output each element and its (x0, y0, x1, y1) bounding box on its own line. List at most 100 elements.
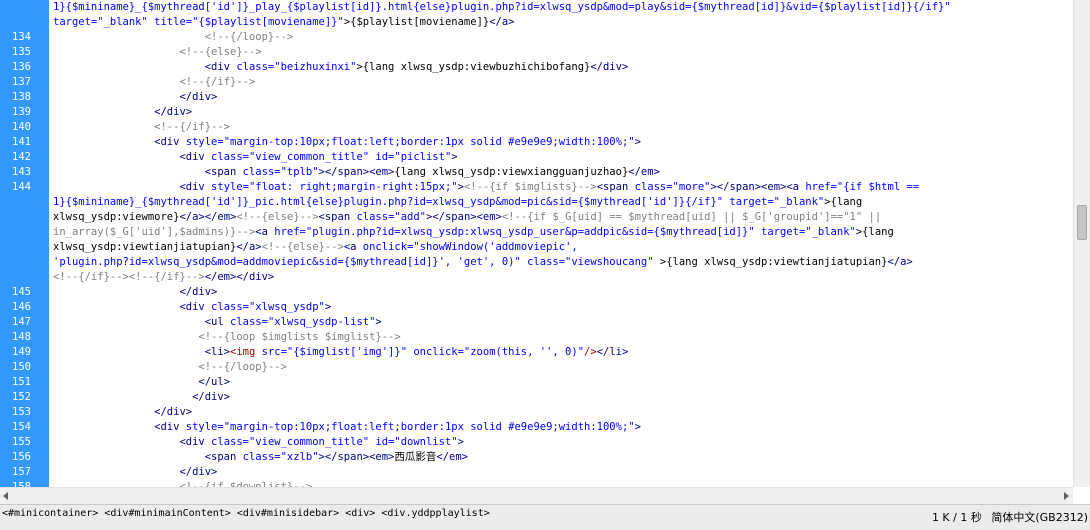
code-line[interactable]: 1}{$mininame}_{$mythread['id']}_play_{$p… (0, 0, 1073, 15)
horizontal-scrollbar[interactable] (0, 487, 1073, 504)
code-text[interactable]: <!--{/loop}--> (53, 30, 294, 45)
code-text[interactable]: </ul> (53, 375, 230, 390)
code-text[interactable]: <div style="margin-top:10px;float:left;b… (53, 420, 641, 435)
code-text[interactable]: </div> (53, 465, 217, 480)
code-line[interactable]: xlwsq_ysdp:viewtianjiatupian}</a><!--{el… (0, 240, 1073, 255)
code-text[interactable]: <li><img src="{$imglist['img']}" onclick… (53, 345, 629, 360)
code-token: <span (318, 211, 357, 223)
code-text[interactable]: <div style="float: right;margin-right:15… (53, 180, 919, 195)
code-text[interactable]: </div> (53, 285, 217, 300)
code-line[interactable]: 153 </div> (0, 405, 1073, 420)
code-text[interactable]: <span class="tplb"></span><em>{lang xlws… (53, 165, 660, 180)
breadcrumb-item-minicontainer[interactable]: <#minicontainer> (2, 508, 98, 519)
code-line[interactable]: 144 <div style="float: right;margin-righ… (0, 180, 1073, 195)
code-text[interactable]: 1}{$mininame}_{$mythread['id']}_pic.html… (53, 195, 862, 210)
code-text[interactable]: </div> (53, 405, 192, 420)
code-text[interactable]: 1}{$mininame}_{$mythread['id']}_play_{$p… (53, 0, 951, 15)
code-line[interactable]: 139 </div> (0, 105, 1073, 120)
code-line[interactable]: 141 <div style="margin-top:10px;float:le… (0, 135, 1073, 150)
code-editor[interactable]: 1}{$mininame}_{$mythread['id']}_play_{$p… (0, 0, 1073, 487)
code-token: <div (154, 421, 186, 433)
code-text[interactable]: <div class="beizhuxinxi">{lang xlwsq_ysd… (53, 60, 629, 75)
code-line[interactable]: <!--{/if}--><!--{/if}--></em></div> (0, 270, 1073, 285)
code-token: </div> (179, 466, 218, 478)
code-text[interactable]: <!--{/if}--><!--{/if}--></em></div> (53, 270, 274, 285)
code-line[interactable]: 157 </div> (0, 465, 1073, 480)
code-text[interactable]: <!--{else}--> (53, 45, 261, 60)
status-bar: <#minicontainer> <div#minimainContent> <… (0, 504, 1090, 530)
code-lines[interactable]: 1}{$mininame}_{$mythread['id']}_play_{$p… (0, 0, 1073, 487)
code-token: </ul> (198, 376, 231, 388)
code-line[interactable]: 158 <!--{if $downlist}--> (0, 480, 1073, 487)
code-line[interactable]: 140 <!--{/if}--> (0, 120, 1073, 135)
breadcrumb-item-div[interactable]: <div> (345, 508, 375, 519)
code-text[interactable]: target="_blank" title="{$playlist[movien… (53, 15, 515, 30)
triangle-left-icon[interactable] (3, 492, 8, 500)
code-token: href="{if $html == (805, 181, 920, 193)
code-line[interactable]: 137 <!--{/if}--> (0, 75, 1073, 90)
code-line[interactable]: 149 <li><img src="{$imglist['img']}" onc… (0, 345, 1073, 360)
code-text[interactable]: xlwsq_ysdp:viewmore}</a></em><!--{else}-… (53, 210, 881, 225)
code-line[interactable]: 'plugin.php?id=xlwsq_ysdp&mod=addmoviepi… (0, 255, 1073, 270)
code-line[interactable]: 147 <ul class="xlwsq_ysdp-list"> (0, 315, 1073, 330)
code-text[interactable]: xlwsq_ysdp:viewtianjiatupian}</a><!--{el… (53, 240, 578, 255)
code-line[interactable]: 151 </ul> (0, 375, 1073, 390)
triangle-right-icon[interactable] (1064, 492, 1069, 500)
code-token: src="{$imglist['img']}" onclick="zoom(th… (261, 346, 585, 358)
code-text[interactable]: </div> (53, 90, 217, 105)
code-text[interactable]: 'plugin.php?id=xlwsq_ysdp&mod=addmoviepi… (53, 255, 913, 270)
code-line[interactable]: xlwsq_ysdp:viewmore}</a></em><!--{else}-… (0, 210, 1073, 225)
code-token: > (375, 316, 382, 328)
code-line[interactable]: 136 <div class="beizhuxinxi">{lang xlwsq… (0, 60, 1073, 75)
code-token: > (634, 136, 641, 148)
code-line[interactable]: 143 <span class="tplb"></span><em>{lang … (0, 165, 1073, 180)
code-token: </div> (192, 391, 231, 403)
code-text[interactable]: <ul class="xlwsq_ysdp-list"> (53, 315, 382, 330)
code-text[interactable]: <div class="view_common_title" id="downl… (53, 435, 463, 450)
code-line[interactable]: 156 <span class="xzlb"></span><em>西瓜影音</… (0, 450, 1073, 465)
vertical-scrollbar[interactable] (1073, 0, 1090, 487)
code-text[interactable]: </div> (53, 390, 230, 405)
code-line[interactable]: 154 <div style="margin-top:10px;float:le… (0, 420, 1073, 435)
vertical-scrollbar-thumb[interactable] (1077, 205, 1087, 240)
code-line[interactable]: 138 </div> (0, 90, 1073, 105)
code-line[interactable]: 134 <!--{/loop}--> (0, 30, 1073, 45)
code-text[interactable]: </div> (53, 105, 192, 120)
code-text[interactable]: <div class="xlwsq_ysdp"> (53, 300, 331, 315)
code-line[interactable]: in_array($_G['uid'],$admins)}--><a href=… (0, 225, 1073, 240)
breadcrumb-item-yddpplaylist[interactable]: <div.yddpplaylist> (381, 508, 489, 519)
code-token: <span (204, 166, 243, 178)
code-text[interactable]: <div style="margin-top:10px;float:left;b… (53, 135, 641, 150)
code-line[interactable]: 1}{$mininame}_{$mythread['id']}_pic.html… (0, 195, 1073, 210)
code-token: 西瓜影音 (394, 451, 437, 463)
code-text[interactable]: <!--{/if}--> (53, 120, 230, 135)
code-text[interactable]: <!--{/loop}--> (53, 360, 287, 375)
code-token: </em> (436, 451, 468, 463)
breadcrumb-item-minimaincontent[interactable]: <div#minimainContent> (104, 508, 230, 519)
code-line[interactable]: 148 <!--{loop $imglists $imglist}--> (0, 330, 1073, 345)
code-text[interactable]: <div class="view_common_title" id="picli… (53, 150, 457, 165)
code-line[interactable]: 155 <div class="view_common_title" id="d… (0, 435, 1073, 450)
code-text[interactable]: <!--{if $downlist}--> (53, 480, 312, 487)
code-token: href="plugin.php?id=xlwsq_ysdp:xlwsq_ysd… (274, 226, 856, 238)
code-token: {lang xlwsq_ysdp:viewxiangguanjuzhao} (394, 166, 629, 178)
code-token: </em> (628, 166, 660, 178)
code-token: <!--{loop $imglists $imglist}--> (198, 331, 401, 343)
breadcrumb-item-minisidebar[interactable]: <div#minisidebar> (237, 508, 339, 519)
code-line[interactable]: 152 </div> (0, 390, 1073, 405)
code-text[interactable]: <!--{loop $imglists $imglist}--> (53, 330, 401, 345)
code-line[interactable]: 142 <div class="view_common_title" id="p… (0, 150, 1073, 165)
code-token: >{lang (855, 226, 894, 238)
code-line[interactable]: 145 </div> (0, 285, 1073, 300)
code-line[interactable]: 146 <div class="xlwsq_ysdp"> (0, 300, 1073, 315)
code-text[interactable]: <span class="xzlb"></span><em>西瓜影音</em> (53, 450, 468, 465)
code-line[interactable]: 150 <!--{/loop}--> (0, 360, 1073, 375)
code-line[interactable]: target="_blank" title="{$playlist[movien… (0, 15, 1073, 30)
code-line[interactable]: 135 <!--{else}--> (0, 45, 1073, 60)
code-text[interactable]: in_array($_G['uid'],$admins)}--><a href=… (53, 225, 894, 240)
code-text[interactable]: <!--{/if}--> (53, 75, 255, 90)
